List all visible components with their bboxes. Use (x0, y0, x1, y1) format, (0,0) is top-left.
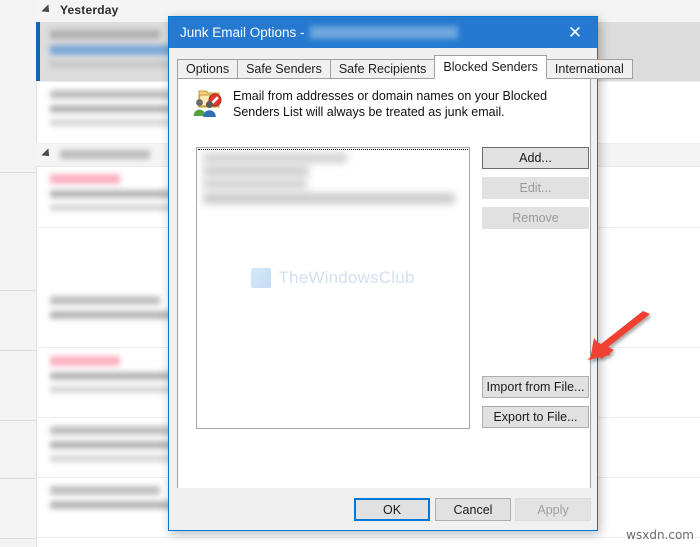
mail-list-left-rail (0, 0, 37, 547)
rail-divider (0, 478, 36, 479)
remove-button: Remove (482, 207, 589, 229)
rail-divider (0, 420, 36, 421)
rail-divider (0, 538, 36, 539)
rail-divider (0, 290, 36, 291)
tab-safe-recipients[interactable]: Safe Recipients (329, 59, 436, 79)
close-icon[interactable]: ✕ (553, 17, 597, 48)
mail-sender (50, 426, 180, 435)
mail-group-header-label: Yesterday (60, 3, 119, 17)
dialog-tabstrip: Options Safe Senders Safe Recipients Blo… (177, 55, 633, 79)
rail-divider (0, 172, 36, 173)
cancel-button[interactable]: Cancel (435, 498, 511, 521)
tab-blocked-senders[interactable]: Blocked Senders (434, 55, 547, 79)
info-row: Email from addresses or domain names on … (178, 73, 590, 120)
info-text: Email from addresses or domain names on … (233, 89, 548, 119)
edit-button: Edit... (482, 177, 589, 199)
mail-group-header-lastweek[interactable] (41, 144, 150, 164)
dialog-title-redacted-account (309, 26, 458, 39)
apply-button: Apply (515, 498, 591, 521)
mail-group-header-label (60, 149, 150, 159)
tab-international[interactable]: International (545, 59, 633, 79)
junk-email-options-dialog: Junk Email Options - ✕ Options Safe Send… (168, 16, 633, 531)
blocked-senders-listbox[interactable]: TheWindowsClub (196, 147, 470, 429)
mail-sender (50, 296, 160, 305)
blocked-senders-panel: Email from addresses or domain names on … (177, 72, 591, 507)
mail-flag-badge (50, 356, 120, 366)
mail-sender (50, 486, 160, 495)
rail-divider (0, 350, 36, 351)
dialog-footer: OK Cancel Apply (169, 488, 597, 530)
mail-group-header-yesterday[interactable]: Yesterday (41, 0, 119, 20)
listbox-redacted-entries (201, 153, 467, 215)
mail-flag-badge (50, 174, 120, 184)
dialog-title: Junk Email Options - (180, 25, 305, 40)
blocked-senders-folder-icon (193, 90, 222, 117)
watermark-text: TheWindowsClub (278, 268, 415, 287)
collapse-triangle-icon (41, 4, 53, 16)
ok-button[interactable]: OK (354, 498, 430, 521)
mail-sender (50, 30, 160, 39)
dialog-titlebar[interactable]: Junk Email Options - ✕ (169, 17, 597, 48)
page-watermark: wsxdn.com (626, 528, 694, 542)
collapse-triangle-icon (41, 148, 53, 160)
mail-subject (50, 105, 180, 113)
tab-safe-senders[interactable]: Safe Senders (237, 59, 331, 79)
import-from-file-button[interactable]: Import from File... (482, 376, 589, 398)
listbox-watermark: TheWindowsClub (197, 268, 469, 288)
add-button[interactable]: Add... (482, 147, 589, 169)
export-to-file-button[interactable]: Export to File... (482, 406, 589, 428)
tab-options[interactable]: Options (177, 59, 239, 79)
watermark-badge-icon (251, 268, 272, 288)
